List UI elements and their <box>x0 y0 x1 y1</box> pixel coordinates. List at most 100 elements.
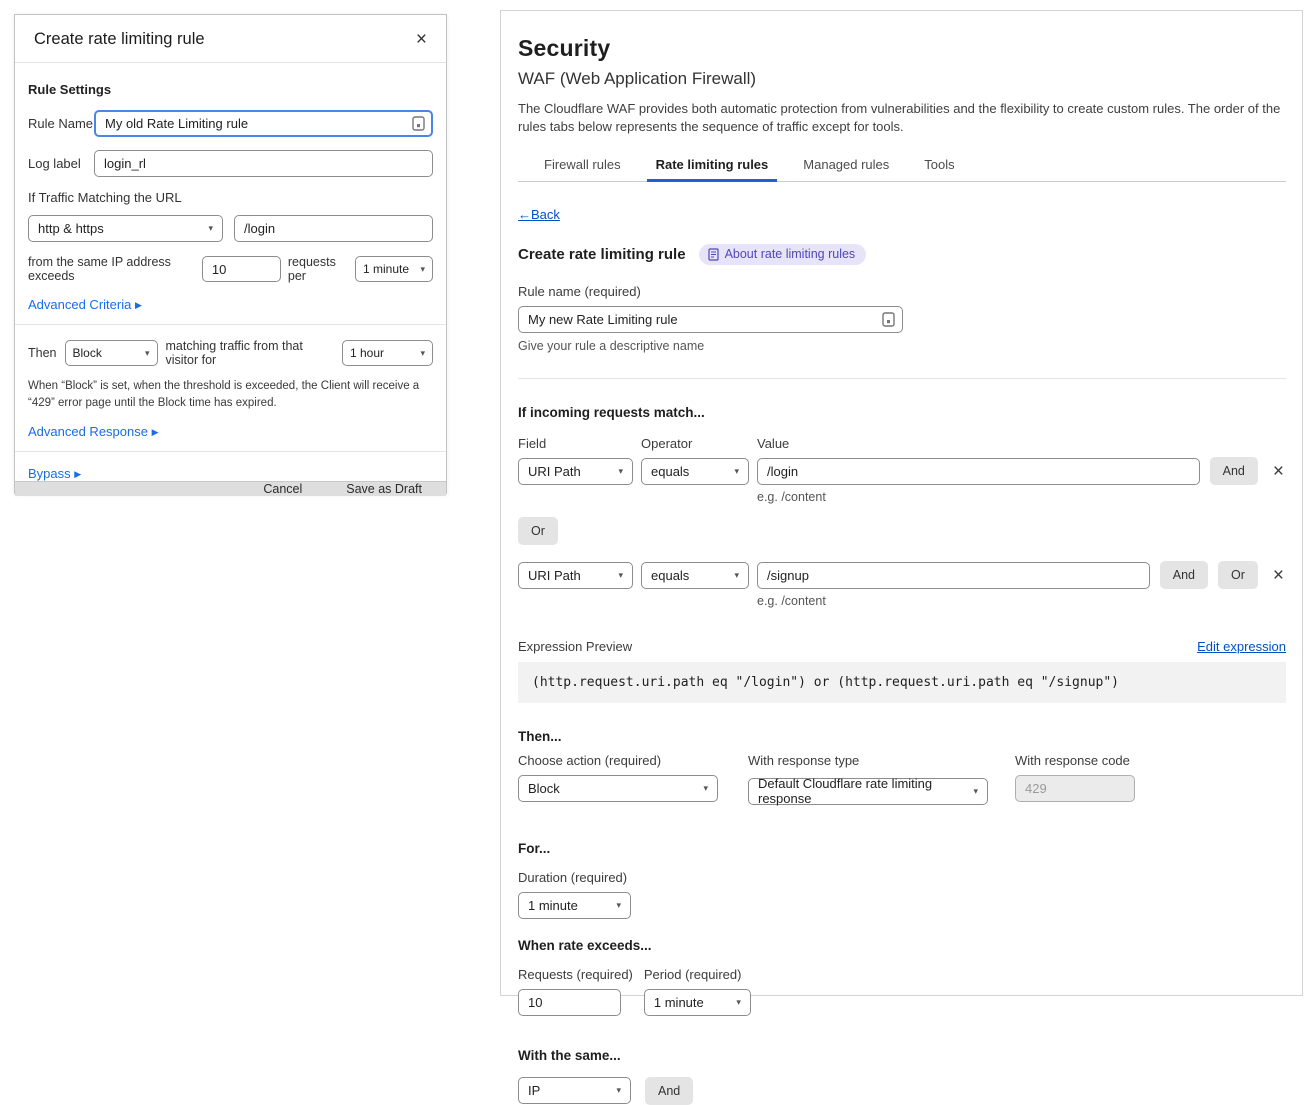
then-label: Then <box>28 346 57 360</box>
modal-divider <box>15 324 446 325</box>
threshold-row: from the same IP address exceeds request… <box>28 255 433 283</box>
threshold-requests-input[interactable] <box>202 256 281 282</box>
document-icon <box>708 248 719 261</box>
triangle-right-icon: ▶ <box>152 427 159 437</box>
value-column-label: Value <box>757 436 789 451</box>
response-type-value: Default Cloudflare rate limiting respons… <box>758 776 965 806</box>
field-select-value: URI Path <box>528 568 581 583</box>
period-value: 1 minute <box>654 995 704 1010</box>
tab-tools[interactable]: Tools <box>915 151 963 181</box>
back-link[interactable]: ←Back <box>518 207 560 222</box>
characteristic-select[interactable]: IP ▾ <box>518 1077 631 1104</box>
threshold-period-value: 1 minute <box>363 262 409 276</box>
choose-action-select[interactable]: Block ▾ <box>518 775 718 802</box>
advanced-criteria-link[interactable]: Advanced Criteria ▶ <box>28 297 142 312</box>
tab-rate-limiting-rules[interactable]: Rate limiting rules <box>647 151 778 181</box>
traffic-match-label: If Traffic Matching the URL <box>28 190 433 205</box>
chevron-down-icon: ▾ <box>616 1085 621 1096</box>
scheme-select-value: http & https <box>38 221 104 236</box>
chevron-down-icon: ▾ <box>618 466 623 477</box>
block-duration-select[interactable]: 1 hour ▾ <box>342 340 433 366</box>
match-section-title: If incoming requests match... <box>518 405 1286 420</box>
page-subtitle: WAF (Web Application Firewall) <box>518 69 1286 89</box>
duration-group: Duration (required) 1 minute ▾ <box>518 870 1286 919</box>
operator-select[interactable]: equals ▾ <box>641 562 749 589</box>
back-arrow-icon: ← <box>518 207 531 222</box>
chevron-down-icon: ▾ <box>734 570 739 581</box>
field-select[interactable]: URI Path ▾ <box>518 562 633 589</box>
log-label-label: Log label <box>28 156 94 171</box>
then-section-title: Then... <box>518 729 1286 744</box>
url-input[interactable] <box>234 215 433 242</box>
threshold-period-select[interactable]: 1 minute ▾ <box>355 256 433 282</box>
response-type-select[interactable]: Default Cloudflare rate limiting respons… <box>748 778 988 805</box>
form-title: Create rate limiting rule <box>518 246 686 263</box>
duration-label: Duration (required) <box>518 870 1286 885</box>
field-select-value: URI Path <box>528 464 581 479</box>
waf-panel: Security WAF (Web Application Firewall) … <box>500 10 1303 996</box>
chevron-down-icon: ▾ <box>420 348 425 359</box>
period-select[interactable]: 1 minute ▾ <box>644 989 751 1016</box>
or-button[interactable]: Or <box>1218 561 1258 589</box>
response-code-input <box>1015 775 1135 802</box>
modal-title: Create rate limiting rule <box>34 30 205 49</box>
remove-condition-icon[interactable]: × <box>1271 566 1286 585</box>
duration-select[interactable]: 1 minute ▾ <box>518 892 631 919</box>
autofill-icon <box>882 312 895 327</box>
operator-column-label: Operator <box>641 436 757 451</box>
autofill-icon <box>412 116 425 131</box>
create-rate-limiting-rule-modal: Create rate limiting rule × Rule Setting… <box>14 14 447 494</box>
rule-name-input[interactable] <box>94 110 433 137</box>
expression-preview-code: (http.request.uri.path eq "/login") or (… <box>518 662 1286 703</box>
condition-row: URI Path ▾ equals ▾ And Or × <box>518 561 1286 589</box>
triangle-right-icon: ▶ <box>74 469 81 479</box>
threshold-middle: requests per <box>288 255 348 283</box>
value-hint: e.g. /content <box>757 594 1286 608</box>
same-and-button[interactable]: And <box>645 1077 693 1105</box>
rule-name-input[interactable] <box>518 306 903 333</box>
requests-input[interactable] <box>518 989 621 1016</box>
bypass-link[interactable]: Bypass ▶ <box>28 466 81 481</box>
threshold-prefix: from the same IP address exceeds <box>28 255 195 283</box>
tab-firewall-rules[interactable]: Firewall rules <box>535 151 630 181</box>
chevron-down-icon: ▾ <box>703 783 708 794</box>
chevron-down-icon: ▾ <box>208 223 213 234</box>
remove-condition-icon[interactable]: × <box>1271 462 1286 481</box>
section-divider <box>518 378 1286 379</box>
tab-managed-rules[interactable]: Managed rules <box>794 151 898 181</box>
log-label-input[interactable] <box>94 150 433 177</box>
rule-settings-heading: Rule Settings <box>28 82 433 97</box>
scheme-select[interactable]: http & https ▾ <box>28 215 223 242</box>
value-input[interactable] <box>757 562 1150 589</box>
period-label: Period (required) <box>644 967 751 982</box>
save-as-draft-button[interactable]: Save as Draft <box>346 482 422 496</box>
and-button[interactable]: And <box>1210 457 1258 485</box>
modal-footer: Cancel Save as Draft <box>15 481 446 496</box>
close-icon[interactable]: × <box>416 30 427 49</box>
operator-select-value: equals <box>651 568 689 583</box>
chevron-down-icon: ▾ <box>618 570 623 581</box>
rate-section-title: When rate exceeds... <box>518 938 1286 953</box>
period-group: Period (required) 1 minute ▾ <box>644 967 751 1016</box>
action-select[interactable]: Block ▾ <box>65 340 158 366</box>
page-title: Security <box>518 35 1286 62</box>
value-input[interactable] <box>757 458 1200 485</box>
about-rate-limiting-badge[interactable]: About rate limiting rules <box>699 244 867 265</box>
then-middle: matching traffic from that visitor for <box>166 339 335 367</box>
condition-row: URI Path ▾ equals ▾ And × <box>518 457 1286 485</box>
choose-action-value: Block <box>528 781 560 796</box>
field-column-label: Field <box>518 436 641 451</box>
and-button[interactable]: And <box>1160 561 1208 589</box>
operator-select[interactable]: equals ▾ <box>641 458 749 485</box>
modal-header: Create rate limiting rule × <box>15 15 446 63</box>
edit-expression-link[interactable]: Edit expression <box>1197 639 1286 654</box>
then-row: Then Block ▾ matching traffic from that … <box>28 339 433 367</box>
advanced-response-link[interactable]: Advanced Response ▶ <box>28 424 159 439</box>
cancel-button[interactable]: Cancel <box>263 482 302 496</box>
rule-name-label: Rule Name <box>28 116 94 131</box>
traffic-match-row: http & https ▾ <box>28 215 433 242</box>
or-connector-button[interactable]: Or <box>518 517 558 545</box>
page-description: The Cloudflare WAF provides both automat… <box>518 100 1286 136</box>
match-column-labels: Field Operator Value <box>518 436 1286 451</box>
field-select[interactable]: URI Path ▾ <box>518 458 633 485</box>
